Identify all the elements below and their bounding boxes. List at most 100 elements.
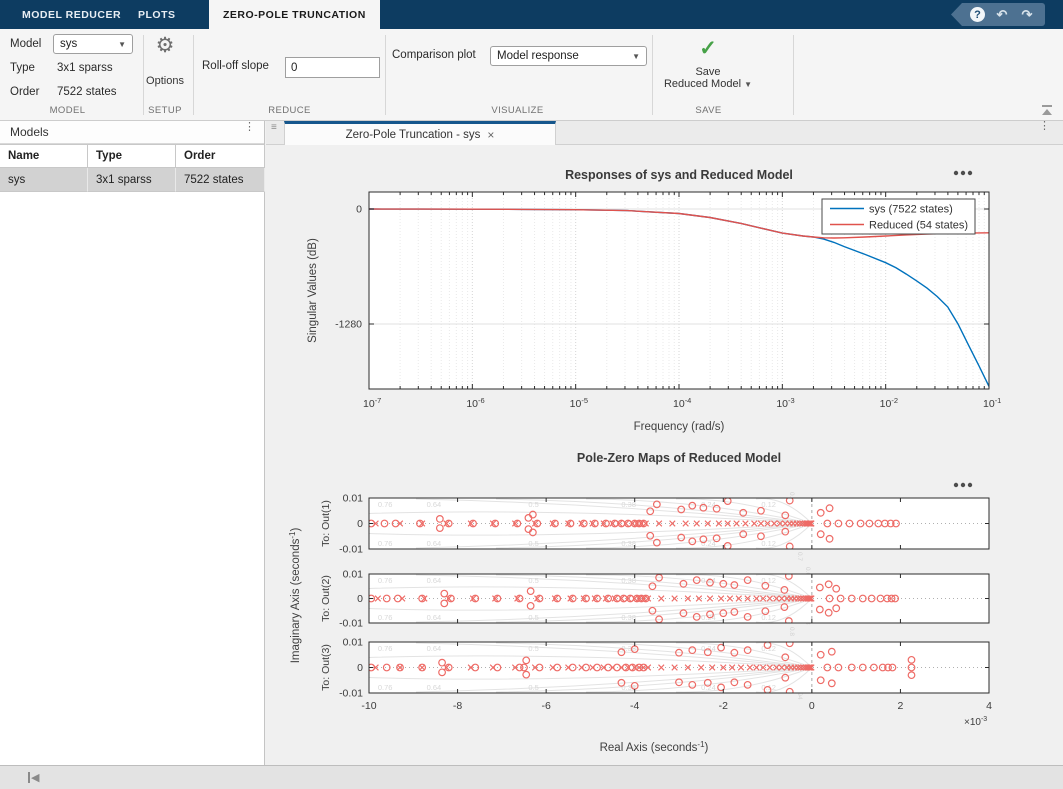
svg-text:0.64: 0.64 — [427, 539, 442, 548]
svg-text:-10: -10 — [361, 700, 376, 712]
plot-menu-button[interactable] — [954, 171, 972, 175]
rolloff-input[interactable] — [285, 57, 380, 78]
svg-text:10-5: 10-5 — [570, 396, 588, 410]
svg-text:0.76: 0.76 — [378, 613, 393, 622]
singular-values-plot: 10-710-610-510-410-310-210-10-1280Respon… — [266, 146, 1063, 441]
svg-text:sys (7522 states): sys (7522 states) — [869, 203, 953, 215]
svg-text:-0.01: -0.01 — [339, 688, 363, 700]
svg-text:10-7: 10-7 — [363, 396, 381, 410]
collapse-ribbon-icon — [1042, 105, 1052, 107]
svg-text:0.76: 0.76 — [378, 683, 393, 692]
redo-icon[interactable]: ↷ — [1019, 7, 1035, 23]
type-value: 3x1 sparss — [57, 62, 113, 74]
tab-plots[interactable]: PLOTS — [124, 0, 190, 29]
svg-text:0.01: 0.01 — [343, 637, 364, 649]
model-section-label: MODEL — [20, 105, 115, 116]
options-button-label: Options — [146, 75, 184, 87]
svg-text:0.38: 0.38 — [621, 613, 636, 622]
type-label: Type — [10, 62, 35, 74]
table-row[interactable]: sys 3x1 sparss 7522 states — [0, 168, 265, 192]
pz-row-label: To: Out(3) — [320, 644, 332, 691]
ribbon-separator — [385, 35, 386, 115]
svg-text:0: 0 — [809, 700, 815, 712]
svg-text:0.38: 0.38 — [621, 500, 636, 509]
tab-zero-pole-truncation[interactable]: ZERO-POLE TRUNCATION — [209, 0, 380, 29]
comparison-plot-label: Comparison plot — [392, 49, 476, 61]
svg-text:-0.01: -0.01 — [339, 544, 363, 556]
tab-model-reducer[interactable]: MODEL REDUCER — [8, 0, 135, 29]
svg-text:0.38: 0.38 — [621, 683, 636, 692]
cell-name: sys — [0, 168, 88, 192]
svg-text:0: 0 — [357, 662, 363, 674]
svg-text:-6: -6 — [541, 700, 550, 712]
save-button-line1: Save — [695, 66, 720, 78]
svg-text:10-6: 10-6 — [466, 396, 484, 410]
column-header-type[interactable]: Type — [88, 144, 176, 168]
close-icon[interactable]: × — [487, 128, 494, 142]
svg-text:-1280: -1280 — [335, 319, 362, 331]
comparison-plot-dropdown[interactable]: Model response ▼ — [490, 46, 647, 66]
models-table-header: Name Type Order — [0, 144, 265, 168]
svg-text:10-3: 10-3 — [776, 396, 794, 410]
collapse-panel-button[interactable]: ◀ — [28, 771, 39, 784]
visualize-section-label: VISUALIZE — [470, 105, 565, 116]
svg-text:-2: -2 — [719, 700, 728, 712]
models-panel-title: Models — [10, 125, 49, 139]
svg-text:0.76: 0.76 — [378, 644, 393, 653]
document-area: ≡ Zero-Pole Truncation - sys × ⋮ 10-7 10-… — [266, 121, 1063, 765]
reduce-section-label: REDUCE — [242, 105, 337, 116]
svg-text:0: 0 — [357, 593, 363, 605]
svg-text:0.64: 0.64 — [427, 683, 442, 692]
models-panel-header: Models ⋮ — [0, 121, 264, 144]
model-label: Model — [10, 38, 41, 50]
document-tab-label: Zero-Pole Truncation - sys — [346, 129, 481, 141]
pz-row-label: To: Out(2) — [320, 575, 332, 622]
model-reducer-app: MODEL REDUCER PLOTS ZERO-POLE TRUNCATION… — [0, 0, 1063, 789]
pz-row-label: To: Out(1) — [320, 500, 332, 547]
collapse-ribbon-button[interactable] — [1041, 105, 1053, 116]
model-dropdown-value: sys — [60, 38, 77, 50]
svg-text:-8: -8 — [453, 700, 462, 712]
cell-order: 7522 states — [176, 168, 265, 192]
svg-text:0.01: 0.01 — [343, 569, 364, 581]
undo-icon[interactable]: ↶ — [994, 7, 1010, 23]
svg-text:0.64: 0.64 — [427, 576, 442, 585]
sv-plot-title: Responses of sys and Reduced Model — [565, 168, 793, 182]
column-header-order[interactable]: Order — [176, 144, 265, 168]
models-panel-menu-button[interactable]: ⋮ — [244, 125, 254, 130]
svg-text:0.76: 0.76 — [378, 576, 393, 585]
chevron-down-icon: ▼ — [118, 40, 126, 49]
legend[interactable]: sys (7522 states)Reduced (54 states) — [822, 199, 975, 234]
save-reduced-model-button[interactable]: ✓ Save Reduced Model ▼ — [648, 38, 768, 90]
chevron-down-icon: ▼ — [632, 52, 640, 61]
cell-type: 3x1 sparss — [88, 168, 176, 192]
model-dropdown[interactable]: sys ▼ — [53, 34, 133, 54]
pz-plot-title: Pole-Zero Maps of Reduced Model — [577, 451, 781, 465]
svg-text:0: 0 — [357, 518, 363, 530]
svg-text:0.5: 0.5 — [528, 576, 538, 585]
svg-text:-0.01: -0.01 — [339, 618, 363, 630]
drag-handle-icon[interactable]: ≡ — [271, 126, 277, 130]
comparison-plot-value: Model response — [497, 50, 579, 62]
svg-text:10-2: 10-2 — [880, 396, 898, 410]
svg-text:0.7: 0.7 — [796, 552, 803, 561]
svg-text:0.5: 0.5 — [528, 613, 538, 622]
document-tab[interactable]: Zero-Pole Truncation - sys × — [284, 121, 556, 145]
svg-text:Real Axis (seconds-1): Real Axis (seconds-1) — [600, 740, 709, 754]
svg-text:Singular Values (dB): Singular Values (dB) — [307, 238, 319, 343]
options-button[interactable]: ⚙ Options — [141, 35, 189, 87]
svg-text:0.64: 0.64 — [427, 500, 442, 509]
collapse-left-icon: ◀ — [31, 771, 39, 784]
column-header-name[interactable]: Name — [0, 144, 88, 168]
svg-text:0.5: 0.5 — [528, 644, 538, 653]
svg-text:×10-3: ×10-3 — [964, 716, 987, 728]
plot-menu-button[interactable] — [954, 483, 972, 487]
toolstrip-ribbon: Model sys ▼ Type 3x1 sparss Order 7522 s… — [0, 29, 1063, 121]
svg-text:0.38: 0.38 — [621, 576, 636, 585]
pole-zero-map-plot: Pole-Zero Maps of Reduced Model0.9850.94… — [266, 446, 1063, 770]
setup-section-label: SETUP — [141, 105, 189, 116]
models-table: Name Type Order sys 3x1 sparss 7522 stat… — [0, 144, 265, 192]
figure-container: 10-710-610-510-410-310-210-10-1280Respon… — [266, 146, 1063, 765]
document-tabbar-menu-button[interactable]: ⋮ — [1039, 124, 1049, 129]
help-icon[interactable]: ? — [970, 7, 985, 22]
